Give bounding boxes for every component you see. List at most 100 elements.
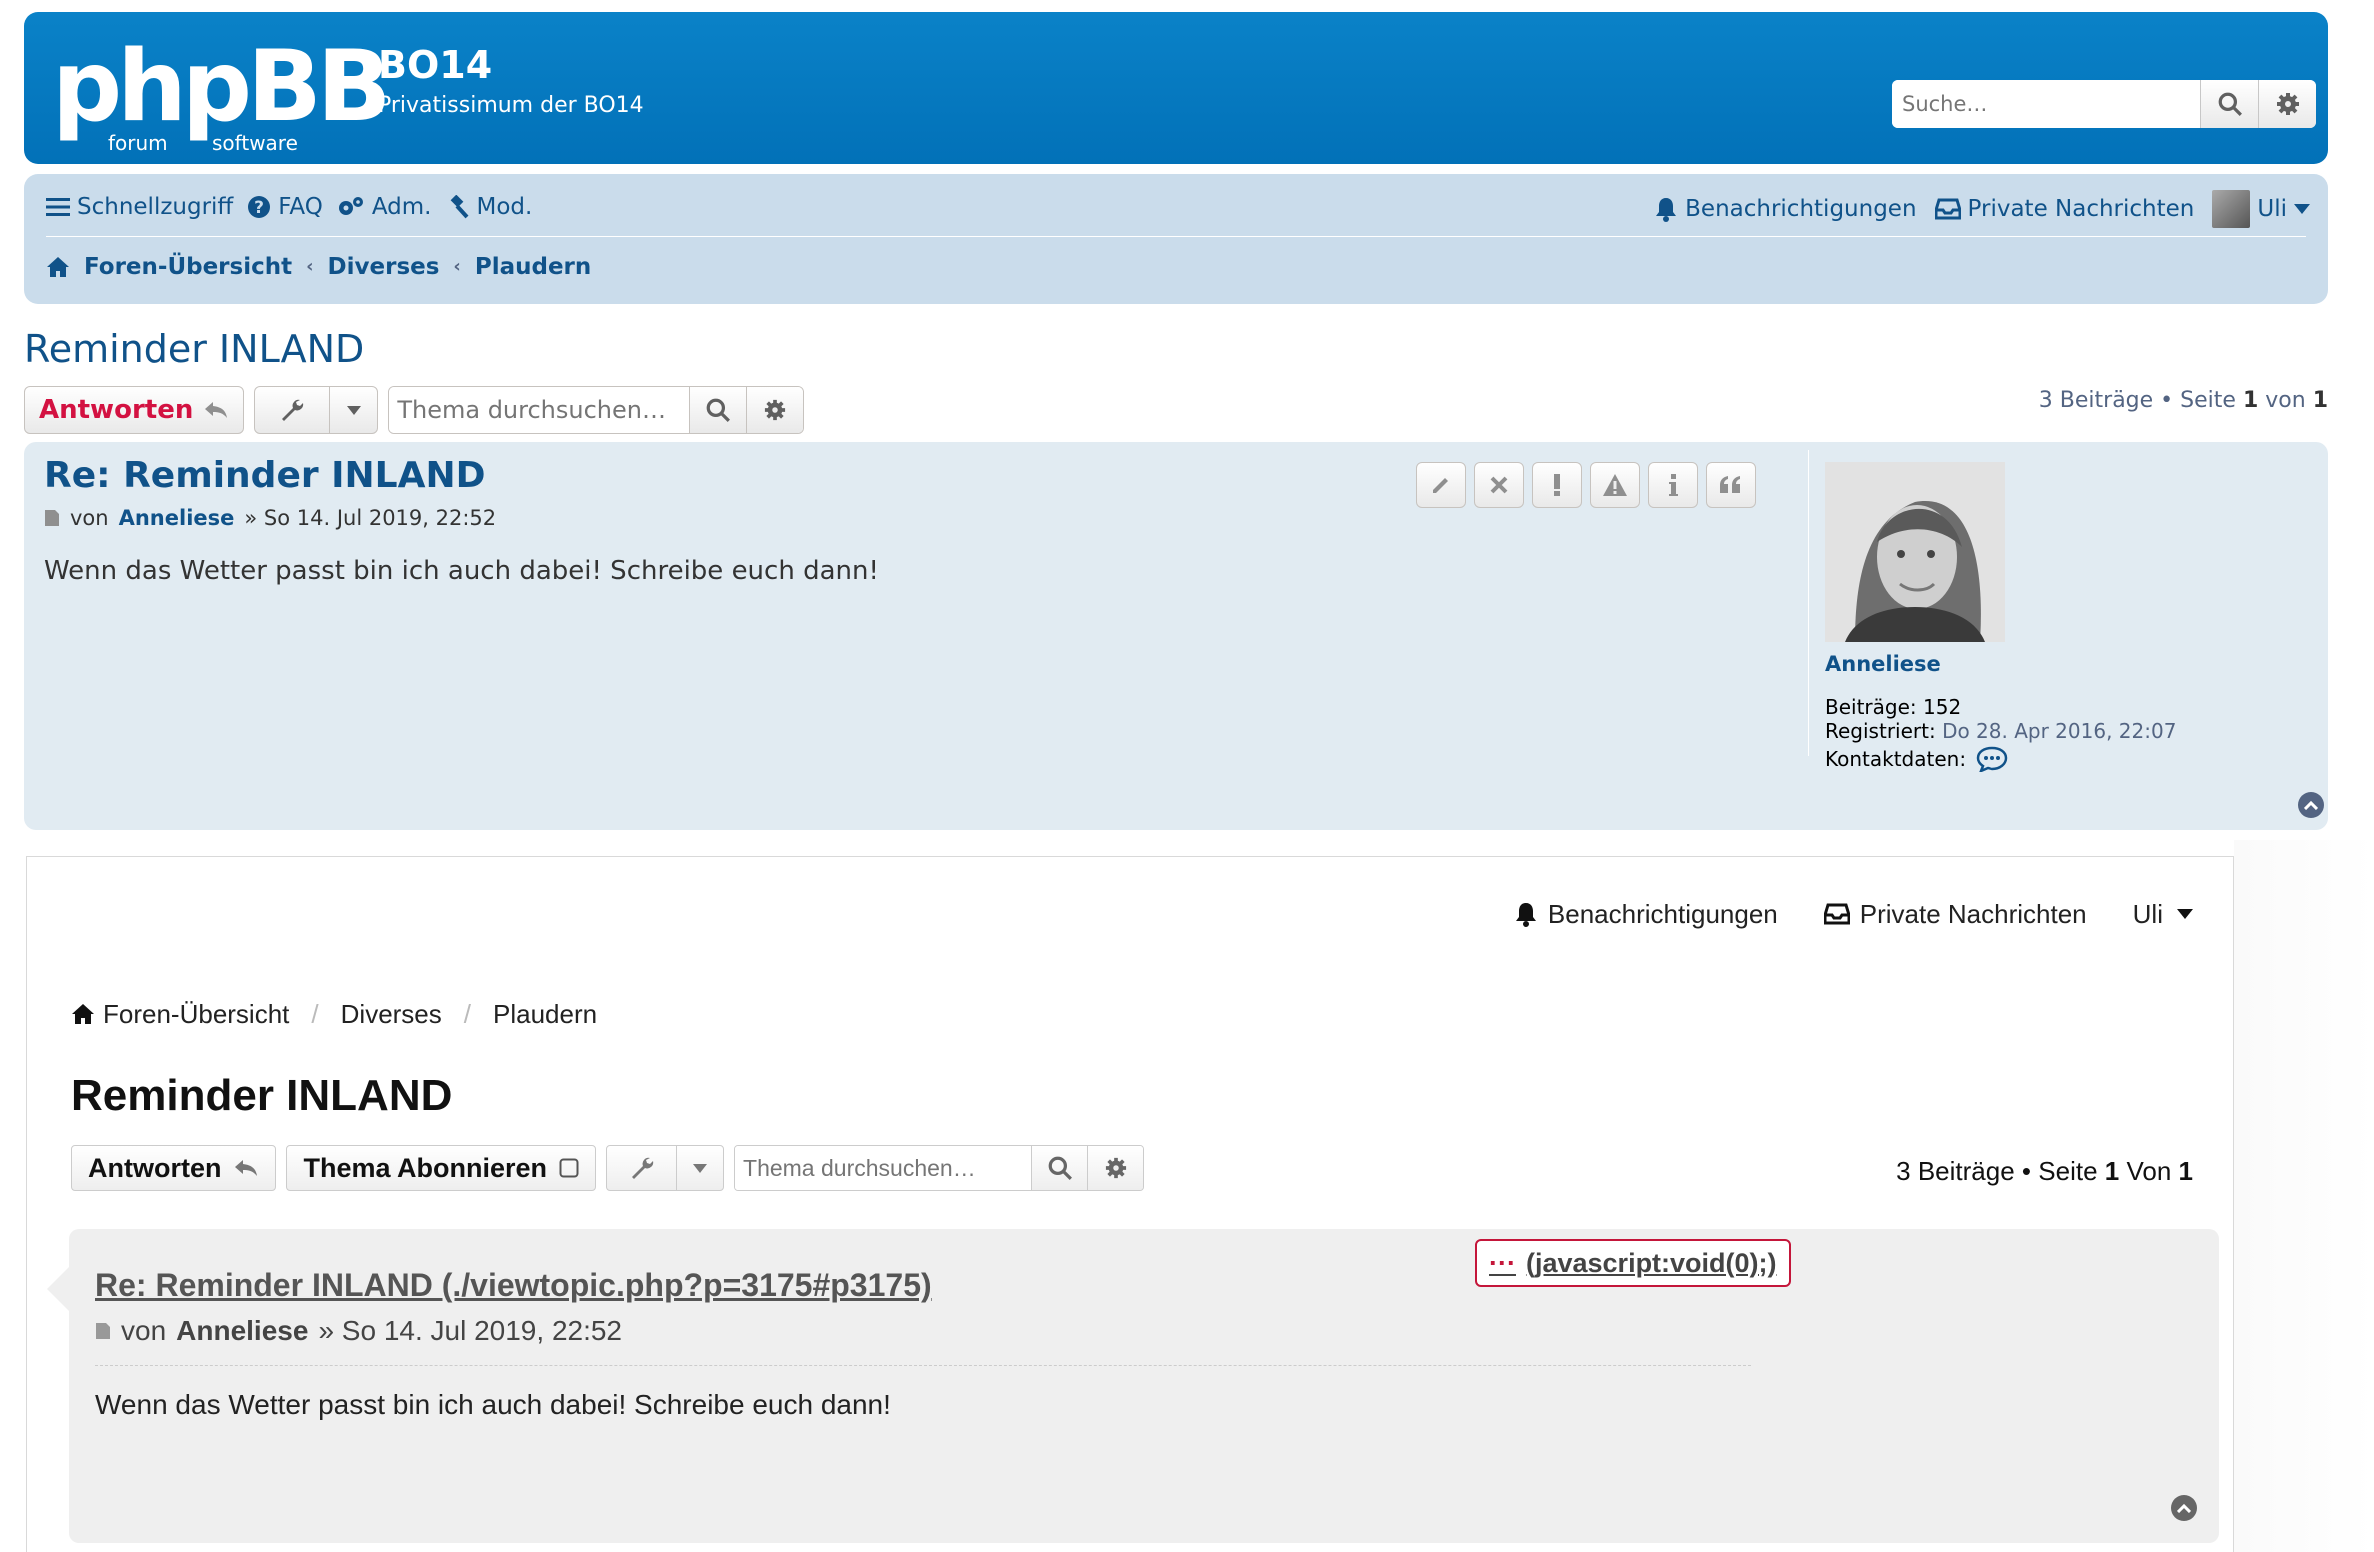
notifications-link[interactable]: Benachrichtigungen bbox=[1514, 897, 1778, 931]
topic-search-button[interactable] bbox=[1031, 1146, 1088, 1190]
delete-button[interactable] bbox=[1474, 462, 1524, 508]
reply-button[interactable]: Antworten bbox=[24, 386, 245, 434]
author-posts: Beiträge: 152 bbox=[1825, 694, 1961, 720]
wrench-icon bbox=[607, 1156, 676, 1180]
header-advanced-search-button[interactable] bbox=[2258, 80, 2316, 128]
topic-title[interactable]: Reminder INLAND bbox=[24, 326, 364, 372]
bell-icon bbox=[1656, 198, 1677, 222]
posts-label: Beiträge: bbox=[1825, 695, 1917, 719]
reply-label: Antworten bbox=[39, 395, 194, 425]
chevron-up-icon bbox=[2177, 1503, 2191, 1513]
info-button[interactable] bbox=[1648, 462, 1698, 508]
post-subject[interactable]: Re: Reminder INLAND bbox=[44, 454, 486, 498]
breadcrumb-plaudern[interactable]: Plaudern bbox=[493, 997, 597, 1031]
post-author[interactable]: Anneliese bbox=[176, 1313, 308, 1349]
page-word: Seite bbox=[2180, 388, 2236, 413]
home-icon bbox=[47, 257, 69, 277]
site-title[interactable]: BO14 bbox=[378, 42, 492, 88]
user-nav: Benachrichtigungen Private Nachrichten U… bbox=[1514, 897, 2193, 931]
reply-button[interactable]: Antworten bbox=[71, 1145, 277, 1191]
warn-button[interactable] bbox=[1590, 462, 1640, 508]
post-author[interactable]: Anneliese bbox=[119, 504, 235, 532]
subscribe-button[interactable]: Thema Abonnieren bbox=[286, 1145, 597, 1191]
topic-title[interactable]: Reminder INLAND bbox=[71, 1069, 452, 1123]
post-content: Wenn das Wetter passt bin ich auch dabei… bbox=[95, 1389, 891, 1420]
topic-search-input[interactable] bbox=[389, 387, 690, 433]
breadcrumb-separator: / bbox=[463, 999, 472, 1029]
wrench-icon bbox=[255, 398, 328, 422]
inbox-icon bbox=[1823, 903, 1850, 925]
post-count: 3 Beiträge bbox=[1896, 1156, 2015, 1186]
navbar: Schnellzugriff ? FAQ Adm. Mod. Benachric… bbox=[24, 174, 2328, 304]
breadcrumb-diverses[interactable]: Diverses bbox=[341, 997, 442, 1031]
total-pages: 1 bbox=[2312, 388, 2328, 413]
gear-icon bbox=[765, 399, 786, 421]
exclamation-icon bbox=[1554, 474, 1560, 496]
user-menu[interactable]: Uli bbox=[2212, 190, 2310, 228]
topic-search-button[interactable] bbox=[689, 387, 747, 433]
edit-button[interactable] bbox=[1416, 462, 1466, 508]
header-search-button[interactable] bbox=[2200, 80, 2258, 128]
breadcrumb-diverses[interactable]: Diverses bbox=[328, 252, 440, 282]
comment-dots-icon[interactable] bbox=[1976, 746, 2008, 772]
user-menu[interactable]: Uli bbox=[2133, 897, 2193, 931]
username-label: Uli bbox=[2132, 899, 2163, 929]
faq-link[interactable]: ? FAQ bbox=[247, 192, 323, 222]
topic-advanced-search-button[interactable] bbox=[746, 387, 804, 433]
info-icon bbox=[1669, 474, 1678, 496]
page-frame: Benachrichtigungen Private Nachrichten U… bbox=[26, 856, 2234, 1552]
post-icon[interactable] bbox=[44, 509, 60, 527]
topic-search bbox=[388, 386, 805, 434]
reply-label: Antworten bbox=[88, 1152, 222, 1183]
breadcrumb-board-index[interactable]: Foren-Übersicht bbox=[71, 997, 289, 1031]
pencil-icon bbox=[1433, 478, 1448, 493]
reply-icon bbox=[205, 402, 228, 418]
back-to-top-button[interactable] bbox=[2298, 792, 2324, 818]
ellipsis-icon: ··· bbox=[1489, 1247, 1516, 1278]
pagination-info: 3 Beiträge • Seite 1 Von 1 bbox=[1896, 1155, 2193, 1187]
acp-link[interactable]: Adm. bbox=[337, 192, 432, 222]
breadcrumb-board-index[interactable]: Foren-Übersicht bbox=[84, 252, 292, 282]
plain-theme-view: Benachrichtigungen Private Nachrichten U… bbox=[0, 840, 2374, 1552]
quote-button[interactable] bbox=[1706, 462, 1756, 508]
header-search bbox=[1892, 80, 2316, 128]
private-messages-label: Private Nachrichten bbox=[1967, 196, 2195, 222]
author-avatar[interactable] bbox=[1825, 462, 2005, 642]
topic-action-bar: Antworten Thema Abonnieren bbox=[71, 1145, 1145, 1191]
page-word: Seite bbox=[2038, 1156, 2098, 1186]
header-search-input[interactable] bbox=[1892, 80, 2200, 128]
quick-links-label: Schnellzugriff bbox=[77, 194, 234, 220]
topic-tools-dropdown[interactable] bbox=[606, 1145, 725, 1191]
topic-tools-dropdown[interactable] bbox=[254, 386, 379, 434]
notifications-link[interactable]: Benachrichtigungen bbox=[1654, 194, 1917, 224]
phpbb-logo[interactable]: phpBB forum software bbox=[52, 32, 391, 155]
topic-action-bar: Antworten bbox=[24, 386, 805, 434]
back-to-top-button[interactable] bbox=[2171, 1495, 2197, 1521]
author-name[interactable]: Anneliese bbox=[1825, 650, 1941, 678]
post-actions-link-text: (javascript:void(0);) bbox=[1525, 1247, 1777, 1278]
post-date: » So 14. Jul 2019, 22:52 bbox=[244, 506, 497, 530]
quick-links-menu[interactable]: Schnellzugriff bbox=[46, 192, 233, 222]
contact-label: Kontaktdaten: bbox=[1825, 747, 1967, 771]
private-messages-link[interactable]: Private Nachrichten bbox=[1934, 194, 2195, 224]
total-pages: 1 bbox=[2178, 1156, 2193, 1186]
registered-label: Registriert: bbox=[1825, 719, 1936, 743]
private-messages-link[interactable]: Private Nachrichten bbox=[1823, 897, 2087, 931]
report-button[interactable] bbox=[1532, 462, 1582, 508]
author-contact: Kontaktdaten: bbox=[1825, 746, 2008, 772]
topic-search-input[interactable] bbox=[735, 1146, 1032, 1190]
navbar-divider bbox=[46, 236, 2306, 237]
page-of-word: von bbox=[2265, 388, 2306, 413]
mcp-link[interactable]: Mod. bbox=[446, 192, 532, 222]
post-subject[interactable]: Re: Reminder INLAND (./viewtopic.php?p=3… bbox=[95, 1265, 932, 1305]
caret-down-icon bbox=[677, 1163, 723, 1173]
breadcrumb-plaudern[interactable]: Plaudern bbox=[475, 252, 591, 282]
breadcrumb: Foren-Übersicht ‹ Diverses ‹ Plaudern bbox=[46, 252, 591, 282]
post-actions-dropdown[interactable]: ··· (javascript:void(0);) bbox=[1475, 1239, 1791, 1287]
topic-advanced-search-button[interactable] bbox=[1087, 1146, 1144, 1190]
logo-sub-left: forum bbox=[108, 131, 168, 155]
posts-count-link[interactable]: 152 bbox=[1923, 695, 1961, 719]
post-icon[interactable] bbox=[95, 1322, 111, 1340]
post-by: von bbox=[121, 1315, 167, 1346]
quote-icon bbox=[1720, 476, 1740, 493]
